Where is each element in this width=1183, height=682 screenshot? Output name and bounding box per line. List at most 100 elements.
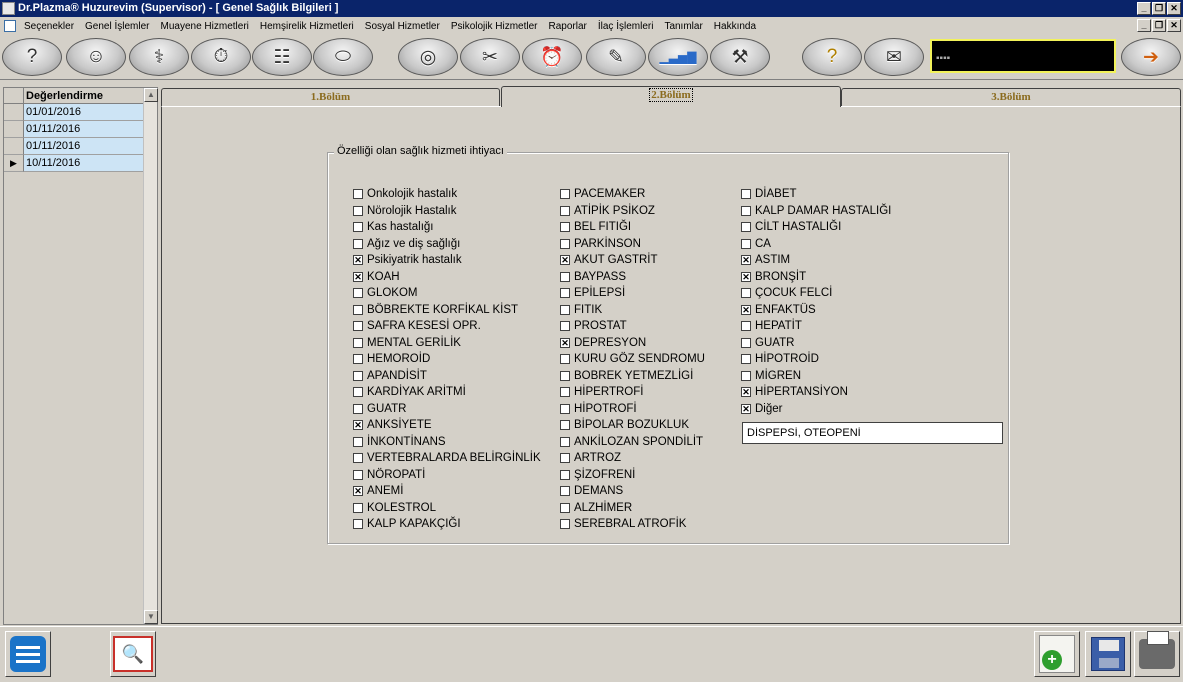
condition-checkbox[interactable]: ANKİLOZAN SPONDİLİT <box>560 434 705 451</box>
condition-checkbox[interactable]: CİLT HASTALIĞI <box>741 219 891 236</box>
condition-checkbox[interactable]: PROSTAT <box>560 318 705 335</box>
report-preview-button[interactable]: 🔍 <box>110 631 156 677</box>
condition-checkbox[interactable]: Kas hastalığı <box>353 219 541 236</box>
menu-secenekler[interactable]: Seçenekler <box>24 21 74 32</box>
condition-checkbox[interactable]: SEREBRAL ATROFİK <box>560 516 705 533</box>
unchecked-box-icon[interactable] <box>353 288 363 299</box>
checked-box-icon[interactable]: ✕ <box>741 387 751 398</box>
unchecked-box-icon[interactable] <box>560 453 570 464</box>
menu-raporlar[interactable]: Raporlar <box>549 21 587 32</box>
list-button[interactable] <box>5 631 51 677</box>
unchecked-box-icon[interactable] <box>353 469 363 480</box>
unchecked-box-icon[interactable] <box>353 222 363 233</box>
condition-checkbox[interactable]: APANDİSİT <box>353 368 541 385</box>
menu-tanimlar[interactable]: Tanımlar <box>664 21 702 32</box>
grid-column-header[interactable]: Değerlendirme <box>24 88 143 104</box>
child-restore-button[interactable]: ❐ <box>1152 19 1166 32</box>
checked-box-icon[interactable]: ✕ <box>353 486 363 497</box>
clipboard-button[interactable]: ✎ <box>586 38 646 76</box>
child-close-button[interactable]: ✕ <box>1167 19 1181 32</box>
condition-checkbox[interactable]: ✕ Psikiyatrik hastalık <box>353 252 541 269</box>
unchecked-box-icon[interactable] <box>741 205 751 216</box>
child-minimize-button[interactable]: _ <box>1137 19 1151 32</box>
condition-checkbox[interactable]: GLOKOM <box>353 285 541 302</box>
calendar-clock-button[interactable]: ⏰ <box>522 38 582 76</box>
grid-scrollbar[interactable]: ▲ ▼ <box>143 88 158 624</box>
condition-checkbox[interactable]: ✕ ANKSİYETE <box>353 417 541 434</box>
menu-psikolojik-hizmetler[interactable]: Psikolojik Hizmetler <box>451 21 538 32</box>
checked-box-icon[interactable]: ✕ <box>560 255 570 266</box>
pills-button[interactable]: ⬭ <box>313 38 373 76</box>
unchecked-box-icon[interactable] <box>353 205 363 216</box>
condition-checkbox[interactable]: SAFRA KESESİ OPR. <box>353 318 541 335</box>
unchecked-box-icon[interactable] <box>560 420 570 431</box>
scroll-up-icon[interactable]: ▲ <box>144 88 158 102</box>
condition-checkbox[interactable]: Ağız ve diş sağlığı <box>353 236 541 253</box>
condition-checkbox[interactable]: KURU GÖZ SENDROMU <box>560 351 705 368</box>
condition-checkbox[interactable]: NÖROPATİ <box>353 467 541 484</box>
condition-checkbox[interactable]: ATİPİK PSİKOZ <box>560 203 705 220</box>
condition-checkbox[interactable]: BOBREK YETMEZLİGİ <box>560 368 705 385</box>
scroll-down-icon[interactable]: ▼ <box>144 610 158 624</box>
grid-row[interactable]: 01/11/2016 <box>4 121 143 138</box>
condition-checkbox[interactable]: Onkolojik hastalık <box>353 186 541 203</box>
unchecked-box-icon[interactable] <box>353 189 363 200</box>
condition-checkbox[interactable]: ✕ AKUT GASTRİT <box>560 252 705 269</box>
condition-checkbox[interactable]: PACEMAKER <box>560 186 705 203</box>
unchecked-box-icon[interactable] <box>741 288 751 299</box>
unchecked-box-icon[interactable] <box>741 370 751 381</box>
help-note-button[interactable]: ? <box>802 38 862 76</box>
doctors-button[interactable]: ☺ <box>66 38 126 76</box>
unchecked-box-icon[interactable] <box>560 370 570 381</box>
condition-checkbox[interactable]: ✕ BRONŞİT <box>741 269 891 286</box>
condition-checkbox[interactable]: ✕ DEPRESYON <box>560 335 705 352</box>
document-icon[interactable] <box>4 20 16 32</box>
unchecked-box-icon[interactable] <box>560 519 570 530</box>
grid-row[interactable]: 01/01/2016 <box>4 104 143 121</box>
stopwatch-button[interactable]: ⏱ <box>191 38 251 76</box>
condition-checkbox[interactable]: PARKİNSON <box>560 236 705 253</box>
tab-bolum-1[interactable]: 1.Bölüm <box>161 88 500 106</box>
condition-checkbox[interactable]: KARDİYAK ARİTMİ <box>353 384 541 401</box>
unchecked-box-icon[interactable] <box>353 453 363 464</box>
unchecked-box-icon[interactable] <box>560 271 570 282</box>
save-button[interactable] <box>1085 631 1131 677</box>
globe-exit-button[interactable]: ➔ <box>1121 38 1181 76</box>
condition-checkbox[interactable]: ÇOCUK FELCİ <box>741 285 891 302</box>
condition-checkbox[interactable]: İNKONTİNANS <box>353 434 541 451</box>
nurse-button[interactable]: ⚕ <box>129 38 189 76</box>
unchecked-box-icon[interactable] <box>560 304 570 315</box>
condition-checkbox[interactable]: VERTEBRALARDA BELİRGİNLİK <box>353 450 541 467</box>
unchecked-box-icon[interactable] <box>353 238 363 249</box>
condition-checkbox[interactable]: MİGREN <box>741 368 891 385</box>
minimize-button[interactable]: _ <box>1137 2 1151 15</box>
tools-button[interactable]: ⚒ <box>710 38 770 76</box>
checked-box-icon[interactable]: ✕ <box>741 304 751 315</box>
grid-row[interactable]: 01/11/2016 <box>4 138 143 155</box>
unchecked-box-icon[interactable] <box>353 387 363 398</box>
checked-box-icon[interactable]: ✕ <box>353 255 363 266</box>
close-button[interactable]: ✕ <box>1167 2 1181 15</box>
unchecked-box-icon[interactable] <box>353 519 363 530</box>
unchecked-box-icon[interactable] <box>560 238 570 249</box>
unchecked-box-icon[interactable] <box>353 337 363 348</box>
condition-checkbox[interactable]: HEPATİT <box>741 318 891 335</box>
tab-bolum-3[interactable]: 3.Bölüm <box>841 88 1181 106</box>
grid-cell-date[interactable]: 01/11/2016 <box>24 138 143 155</box>
unchecked-box-icon[interactable] <box>560 321 570 332</box>
condition-checkbox[interactable]: HİPOTROFİ <box>560 401 705 418</box>
mail-button[interactable]: ✉ <box>864 38 924 76</box>
condition-checkbox[interactable]: CA <box>741 236 891 253</box>
unchecked-box-icon[interactable] <box>560 354 570 365</box>
condition-checkbox[interactable]: ALZHİMER <box>560 500 705 517</box>
menu-hemsirelik-hizmetleri[interactable]: Hemşirelik Hizmetleri <box>260 21 354 32</box>
unchecked-box-icon[interactable] <box>560 222 570 233</box>
unchecked-box-icon[interactable] <box>353 403 363 414</box>
checked-box-icon[interactable]: ✕ <box>741 271 751 282</box>
other-conditions-input[interactable] <box>742 422 1003 444</box>
condition-checkbox[interactable]: EPİLEPSİ <box>560 285 705 302</box>
condition-checkbox[interactable]: ✕ ASTIM <box>741 252 891 269</box>
condition-checkbox[interactable]: GUATR <box>741 335 891 352</box>
grid-cell-date[interactable]: 01/11/2016 <box>24 121 143 138</box>
condition-checkbox[interactable]: Nörolojik Hastalık <box>353 203 541 220</box>
